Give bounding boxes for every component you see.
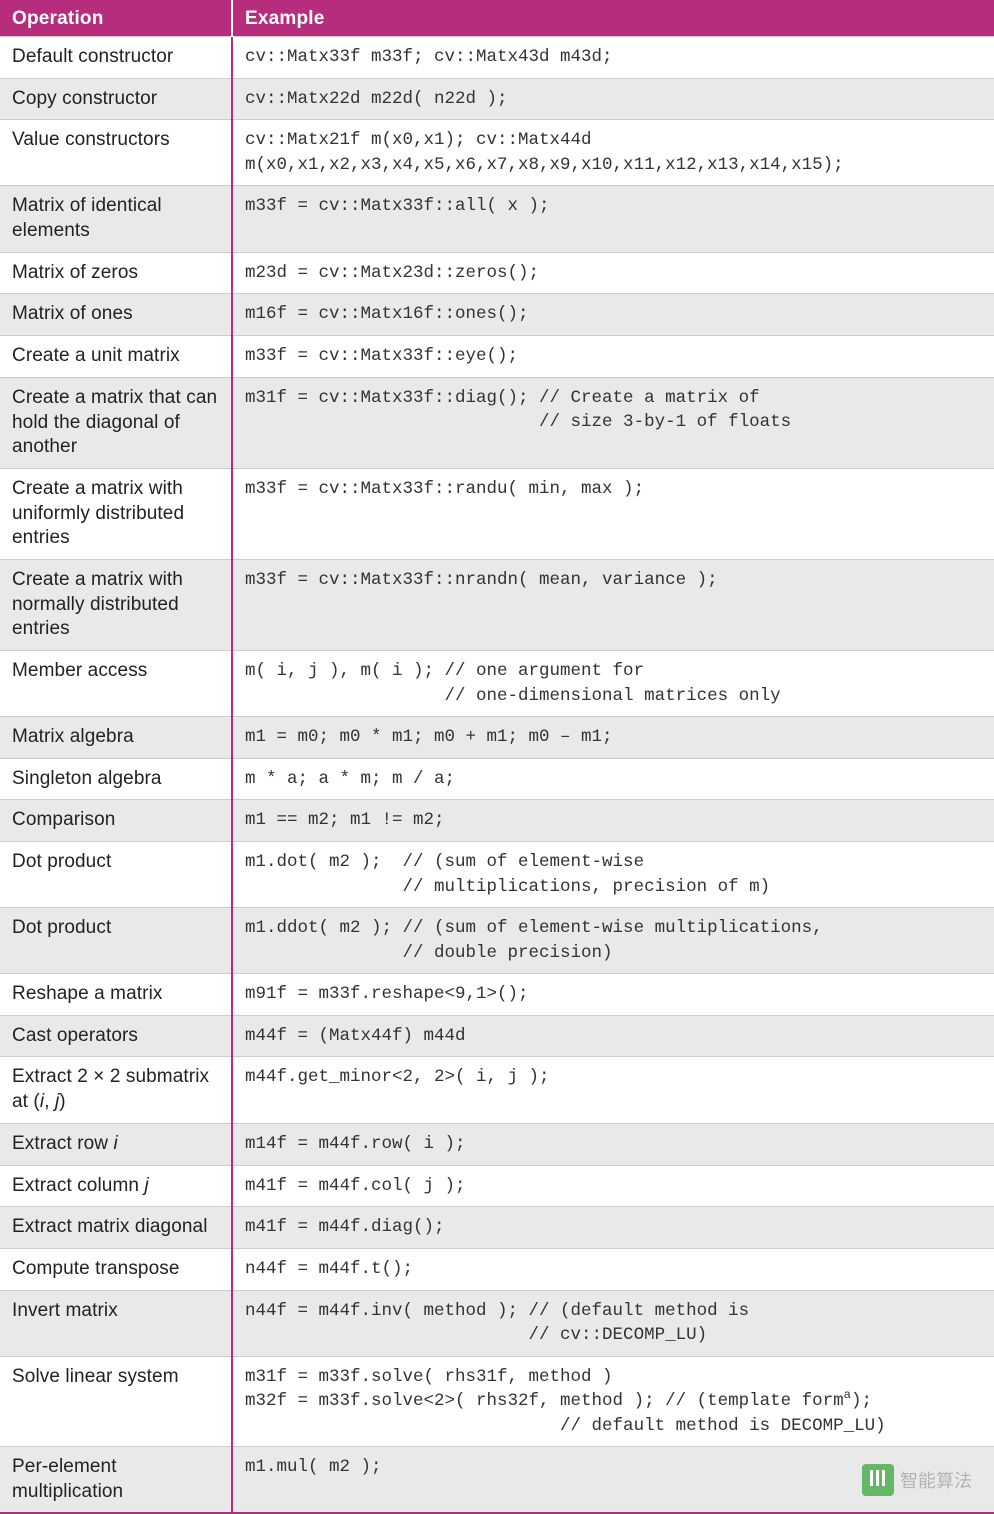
table-body: Default constructorcv::Matx33f m33f; cv:… [0, 37, 994, 1514]
cell-operation: Copy constructor [0, 78, 232, 120]
table-row: Extract 2 × 2 submatrix at (i, j)m44f.ge… [0, 1057, 994, 1123]
cell-example: m1 = m0; m0 * m1; m0 + m1; m0 – m1; [232, 717, 994, 759]
table-row: Create a matrix with uniformly distribut… [0, 468, 994, 559]
table-row: Extract matrix diagonalm41f = m44f.diag(… [0, 1207, 994, 1249]
cell-operation: Extract column j [0, 1165, 232, 1207]
wechat-icon [862, 1464, 894, 1496]
cell-example: cv::Matx22d m22d( n22d ); [232, 78, 994, 120]
cell-operation: Member access [0, 651, 232, 717]
table-row: Matrix algebram1 = m0; m0 * m1; m0 + m1;… [0, 717, 994, 759]
table-row: Default constructorcv::Matx33f m33f; cv:… [0, 37, 994, 79]
cell-example: m31f = m33f.solve( rhs31f, method ) m32f… [232, 1356, 994, 1447]
cell-example: n44f = m44f.inv( method ); // (default m… [232, 1290, 994, 1356]
cell-operation: Extract matrix diagonal [0, 1207, 232, 1249]
cell-operation: Extract 2 × 2 submatrix at (i, j) [0, 1057, 232, 1123]
table-row: Dot productm1.dot( m2 ); // (sum of elem… [0, 842, 994, 908]
cell-example: n44f = m44f.t(); [232, 1248, 994, 1290]
table-row: Extract row im14f = m44f.row( i ); [0, 1123, 994, 1165]
cell-example: m33f = cv::Matx33f::eye(); [232, 336, 994, 378]
table-row: Compute transposen44f = m44f.t(); [0, 1248, 994, 1290]
table-row: Value constructorscv::Matx21f m(x0,x1); … [0, 120, 994, 186]
cell-example: m16f = cv::Matx16f::ones(); [232, 294, 994, 336]
table-row: Invert matrixn44f = m44f.inv( method ); … [0, 1290, 994, 1356]
cell-example: m91f = m33f.reshape<9,1>(); [232, 974, 994, 1016]
cell-example: m1.ddot( m2 ); // (sum of element-wise m… [232, 908, 994, 974]
cell-operation: Matrix of zeros [0, 252, 232, 294]
table-row: Matrix of zerosm23d = cv::Matx23d::zeros… [0, 252, 994, 294]
cell-example: m31f = cv::Matx33f::diag(); // Create a … [232, 377, 994, 468]
cell-operation: Matrix algebra [0, 717, 232, 759]
cell-operation: Singleton algebra [0, 758, 232, 800]
table-row: Solve linear systemm31f = m33f.solve( rh… [0, 1356, 994, 1447]
cell-operation: Create a matrix with uniformly distribut… [0, 468, 232, 559]
table-row: Create a matrix with normally distribute… [0, 559, 994, 650]
cell-operation: Compute transpose [0, 1248, 232, 1290]
cell-example: m( i, j ), m( i ); // one argument for /… [232, 651, 994, 717]
table-row: Comparisonm1 == m2; m1 != m2; [0, 800, 994, 842]
table-row: Matrix of identical elementsm33f = cv::M… [0, 186, 994, 252]
table-row: Singleton algebram * a; a * m; m / a; [0, 758, 994, 800]
table-row: Cast operatorsm44f = (Matx44f) m44d [0, 1015, 994, 1057]
table-row: Extract column jm41f = m44f.col( j ); [0, 1165, 994, 1207]
cell-operation: Value constructors [0, 120, 232, 186]
cell-operation: Matrix of identical elements [0, 186, 232, 252]
cell-example: m23d = cv::Matx23d::zeros(); [232, 252, 994, 294]
cell-operation: Dot product [0, 908, 232, 974]
cell-operation: Create a matrix with normally distribute… [0, 559, 232, 650]
col-header-operation: Operation [0, 1, 232, 37]
cell-example: m33f = cv::Matx33f::all( x ); [232, 186, 994, 252]
cell-example: m * a; a * m; m / a; [232, 758, 994, 800]
cell-operation: Solve linear system [0, 1356, 232, 1447]
table-row: Create a matrix that can hold the diagon… [0, 377, 994, 468]
table-row: Matrix of onesm16f = cv::Matx16f::ones()… [0, 294, 994, 336]
table-row: Copy constructorcv::Matx22d m22d( n22d )… [0, 78, 994, 120]
col-header-example: Example [232, 1, 994, 37]
cell-operation: Create a unit matrix [0, 336, 232, 378]
cell-operation: Invert matrix [0, 1290, 232, 1356]
cell-example: m44f = (Matx44f) m44d [232, 1015, 994, 1057]
watermark: 智能算法 [862, 1464, 972, 1496]
table-row: Per-element multiplicationm1.mul( m2 ); [0, 1447, 994, 1514]
cell-example: m33f = cv::Matx33f::nrandn( mean, varian… [232, 559, 994, 650]
cell-example: m1.dot( m2 ); // (sum of element-wise //… [232, 842, 994, 908]
cell-operation: Extract row i [0, 1123, 232, 1165]
cell-example: m41f = m44f.diag(); [232, 1207, 994, 1249]
cell-operation: Comparison [0, 800, 232, 842]
table-row: Dot productm1.ddot( m2 ); // (sum of ele… [0, 908, 994, 974]
cell-operation: Per-element multiplication [0, 1447, 232, 1514]
watermark-text: 智能算法 [900, 1467, 972, 1493]
table-row: Reshape a matrixm91f = m33f.reshape<9,1>… [0, 974, 994, 1016]
operations-table: Operation Example Default constructorcv:… [0, 0, 994, 1514]
cell-operation: Create a matrix that can hold the diagon… [0, 377, 232, 468]
cell-example: m1 == m2; m1 != m2; [232, 800, 994, 842]
table-row: Create a unit matrixm33f = cv::Matx33f::… [0, 336, 994, 378]
table-row: Member accessm( i, j ), m( i ); // one a… [0, 651, 994, 717]
table-header-row: Operation Example [0, 1, 994, 37]
cell-example: m41f = m44f.col( j ); [232, 1165, 994, 1207]
cell-operation: Cast operators [0, 1015, 232, 1057]
cell-example: m44f.get_minor<2, 2>( i, j ); [232, 1057, 994, 1123]
cell-example: m14f = m44f.row( i ); [232, 1123, 994, 1165]
cell-operation: Matrix of ones [0, 294, 232, 336]
cell-example: cv::Matx33f m33f; cv::Matx43d m43d; [232, 37, 994, 79]
cell-operation: Reshape a matrix [0, 974, 232, 1016]
cell-operation: Dot product [0, 842, 232, 908]
cell-example: cv::Matx21f m(x0,x1); cv::Matx44d m(x0,x… [232, 120, 994, 186]
cell-operation: Default constructor [0, 37, 232, 79]
cell-example: m33f = cv::Matx33f::randu( min, max ); [232, 468, 994, 559]
